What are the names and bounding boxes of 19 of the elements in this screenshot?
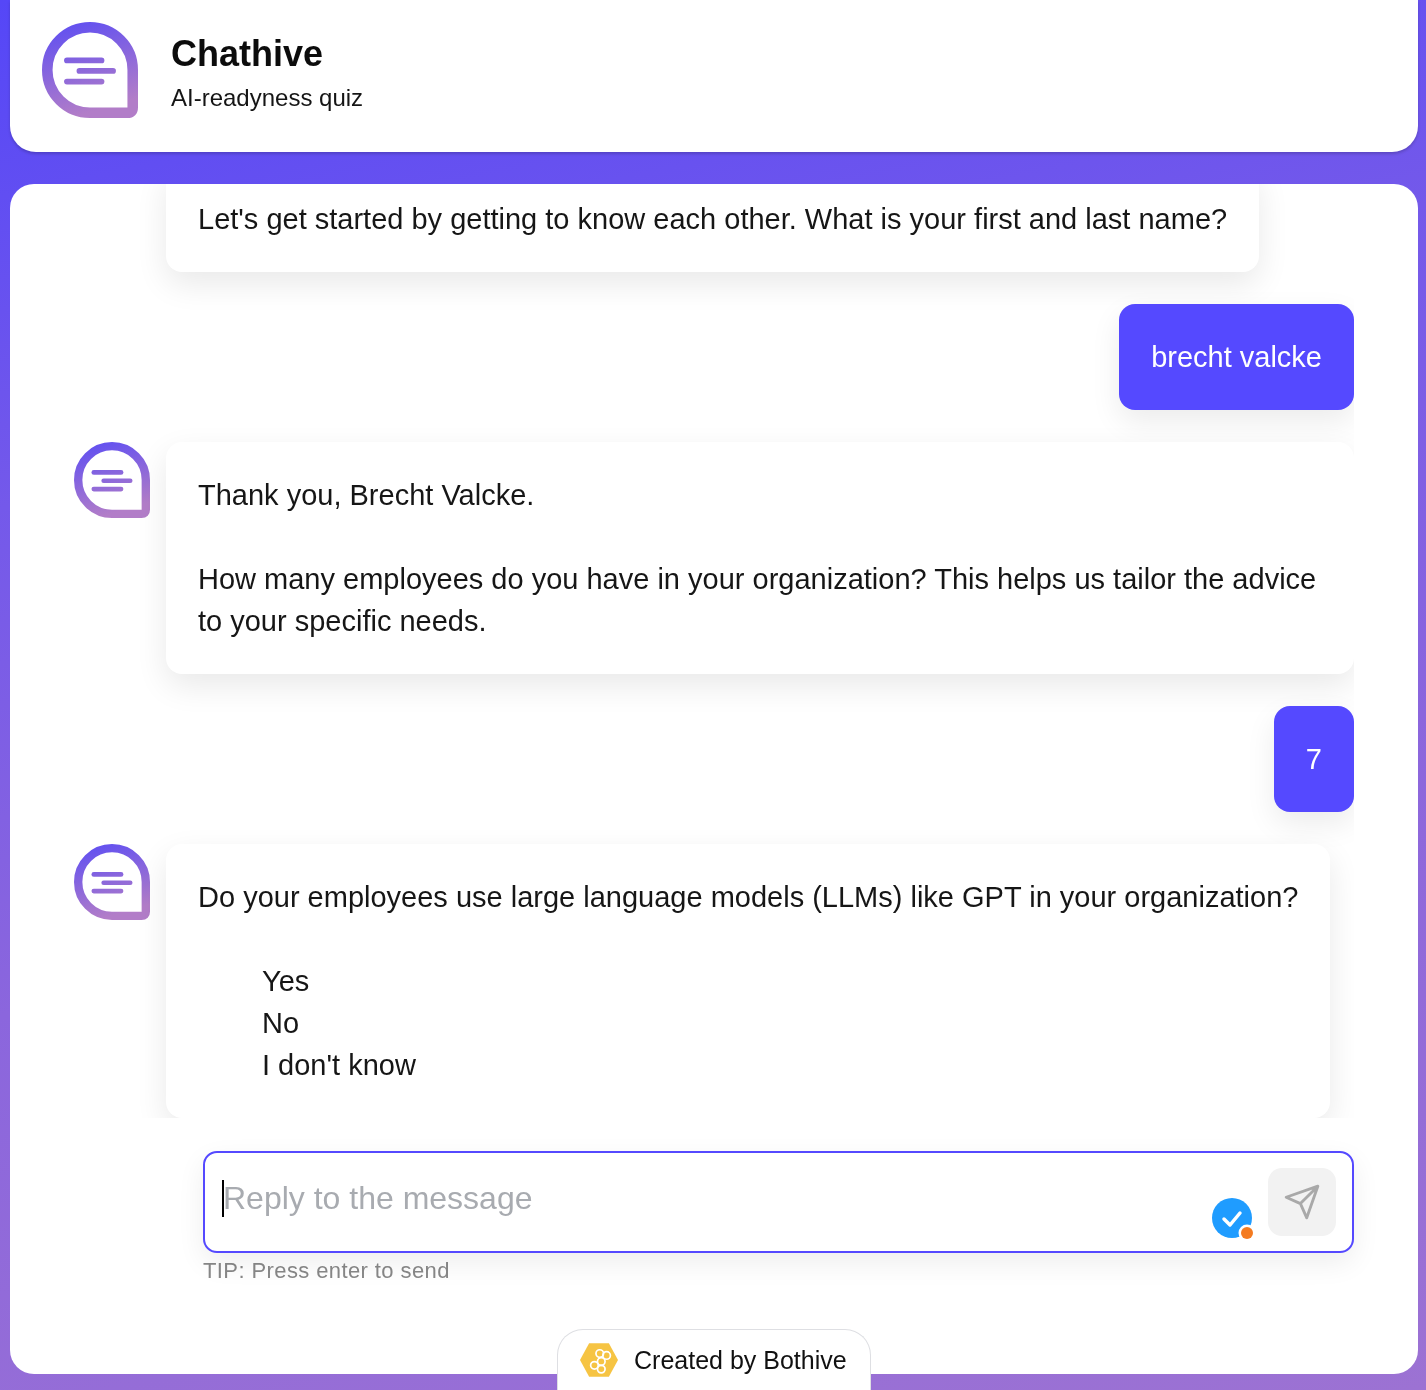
answer-option: I don't know (262, 1044, 1299, 1086)
app-subtitle: AI-readyness quiz (171, 84, 364, 112)
user-message: 7 (1273, 706, 1354, 812)
send-icon (1283, 1183, 1321, 1221)
tip-text: TIP: Press enter to send (203, 1259, 451, 1283)
hexagon-logo-icon (580, 1343, 618, 1377)
send-button[interactable] (1268, 1168, 1336, 1236)
app-title: Chathive (171, 34, 325, 74)
message-text: Thank you, Brecht Valcke. (198, 478, 536, 513)
check-badge-icon[interactable] (1212, 1198, 1256, 1242)
created-by-link[interactable]: Created by Bothive (557, 1329, 871, 1390)
message-text: Let's get started by getting to know each other. What is your first and last name? (198, 202, 1228, 237)
answer-option: Yes (262, 960, 1299, 1002)
logo-icon (42, 22, 138, 118)
message-text: How many employees do you have in your organization? This helps us tailor the advice to your specific needs. (198, 562, 1318, 639)
message-text: Do your employees use large language models (LLMs) like GPT in your organization? (198, 880, 1299, 915)
user-message: brecht valcke (1119, 304, 1354, 410)
answer-option: No (262, 1002, 1299, 1044)
reply-input[interactable]: Reply to the message (203, 1151, 1354, 1253)
